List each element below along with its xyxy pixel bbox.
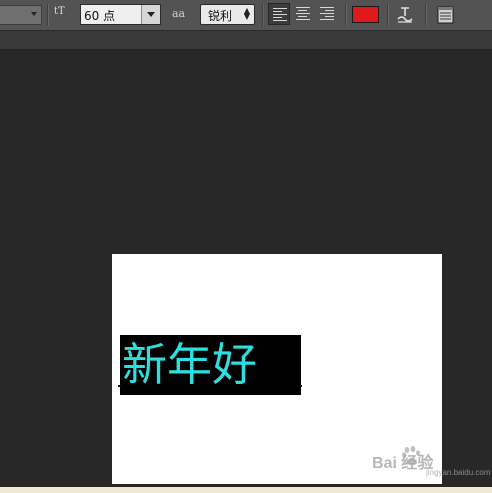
document-tab-strip [0,31,492,50]
watermark-text: Bai 经验 [372,455,434,472]
font-size-value[interactable]: 60 点 [84,7,115,24]
align-left-icon [273,8,287,23]
text-layer-content[interactable]: 新年好 [122,335,257,395]
align-center-icon [296,7,310,22]
text-align-group [268,3,340,27]
toolbar-divider [425,4,427,26]
text-color-swatch[interactable] [352,6,379,23]
baidu-watermark: Bai 经验 jingyan.baidu.com [372,440,491,480]
anti-alias-icon: aa [172,7,186,20]
anti-alias-value: 锐利 [208,9,233,23]
toolbar-divider [262,4,264,26]
text-layer-selection[interactable]: 新年好 [120,335,301,395]
align-right-button[interactable] [316,3,338,25]
baseline-end-marker [299,385,302,387]
warp-text-icon [397,7,413,23]
baseline-start-marker [118,385,121,387]
font-size-dropdown-button[interactable] [141,5,160,24]
toolbar-divider [345,4,347,26]
anti-alias-select[interactable]: 锐利 ▲ ▼ [200,4,255,25]
chevron-down-icon [31,12,37,16]
character-panel-icon [437,6,454,24]
font-size-field[interactable]: 60 点 [80,4,161,25]
font-style-dropdown[interactable] [0,5,42,25]
align-center-button[interactable] [292,3,314,25]
updown-arrows-icon: ▲ ▼ [243,6,250,21]
align-left-button[interactable] [268,3,290,25]
toolbar-divider [47,4,49,26]
toolbar-divider [387,4,389,26]
align-right-icon [320,7,334,22]
character-panel-button[interactable] [434,4,456,26]
font-size-icon: tT [54,6,65,17]
warp-text-button[interactable] [394,4,416,26]
bottom-strip [0,487,492,493]
watermark-subtext: jingyan.baidu.com [426,468,491,477]
options-bar: tT 60 点 aa 锐利 ▲ ▼ [0,0,492,31]
